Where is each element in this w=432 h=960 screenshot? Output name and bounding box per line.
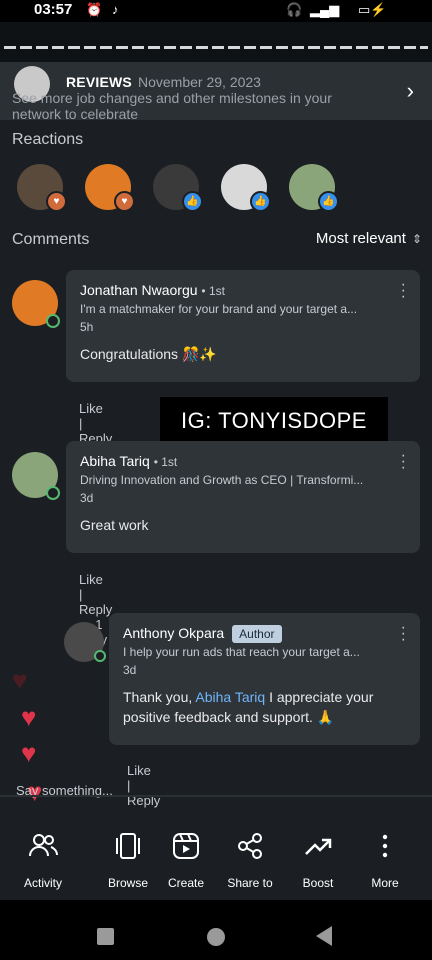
more-options-icon[interactable]: · · · (401, 620, 406, 648)
online-indicator (94, 650, 106, 662)
reaction-avatar[interactable]: ♥ (85, 164, 135, 212)
sort-label: Most relevant (315, 230, 406, 247)
chevron-right-icon[interactable]: › (407, 78, 414, 104)
composer-divider (0, 795, 432, 797)
degree-text: 1st (161, 455, 178, 469)
more-options-icon[interactable]: · · · (401, 277, 406, 305)
nav-label: Boost (302, 876, 334, 890)
reactions-title: Reactions (12, 131, 84, 148)
reaction-avatar[interactable]: 👍 (289, 164, 339, 212)
create-icon (151, 830, 221, 862)
system-nav-bar (0, 900, 432, 960)
status-bar: 03:57 ⏰ ♪ 🎧 ▂▄▆ ▭⚡ (0, 0, 432, 22)
nav-create[interactable]: Create (151, 830, 221, 890)
love-reaction-icon: ♥ (114, 191, 135, 212)
online-indicator (46, 314, 60, 328)
separator: | (127, 778, 131, 793)
sort-dropdown[interactable]: Most relevant ⇕ (316, 230, 422, 247)
mention-link[interactable]: Abiha Tariq (195, 689, 265, 705)
reaction-avatar[interactable]: 👍 (221, 164, 271, 212)
degree-text: 1st (208, 284, 225, 298)
back-icon[interactable] (316, 926, 332, 946)
nav-label: Share to (227, 876, 273, 890)
comment-bubble[interactable]: Jonathan Nwaorgu • 1st I'm a matchmaker … (66, 270, 420, 382)
reaction-avatar[interactable]: 👍 (153, 164, 203, 212)
commenter-name[interactable]: Abiha Tariq • 1st (80, 453, 177, 469)
heart-icon: ♥ (21, 702, 37, 732)
like-button[interactable]: Like (79, 401, 103, 416)
comment-text: Thank you, Abiha Tariq I appreciate your… (123, 687, 403, 727)
header-divider (0, 22, 432, 62)
connection-degree: • 1st (201, 284, 225, 298)
banner-title: REVIEWS (66, 74, 132, 90)
heart-icon: ♥ (21, 738, 37, 768)
comment-actions: Like | Reply (79, 401, 120, 446)
author-badge: Author (232, 625, 282, 643)
comment-actions: Like | Reply (127, 763, 168, 808)
separator: | (79, 416, 83, 431)
commenter-headline: Driving Innovation and Growth as CEO | T… (80, 473, 364, 487)
commenter-name[interactable]: Jonathan Nwaorgu • 1st (80, 282, 225, 298)
alarm-icon: ⏰ (86, 2, 103, 17)
nav-activity[interactable]: Activity (8, 830, 78, 890)
more-options-icon[interactable]: · · · (401, 448, 406, 476)
comment-text: Great work (80, 517, 149, 533)
like-reaction-icon: 👍 (182, 191, 203, 212)
commenter-name-text: Jonathan Nwaorgu (80, 282, 198, 298)
comment-text: Congratulations 🎊✨ (80, 346, 217, 362)
commenter-headline: I'm a matchmaker for your brand and your… (80, 302, 358, 316)
separator: | (79, 587, 83, 602)
signal-icon: ▂▄▆ (310, 2, 340, 17)
nav-share[interactable]: Share to (215, 830, 285, 890)
commenter-name[interactable]: Anthony Okpara Author (123, 625, 282, 643)
nav-label: Activity (23, 876, 62, 890)
nav-label: More (371, 876, 399, 890)
more-icon (350, 830, 420, 862)
commenter-name-text: Anthony Okpara (123, 625, 225, 641)
connection-degree: • 1st (153, 455, 178, 469)
battery-icon: ▭⚡ (358, 2, 387, 17)
love-reaction-icon: ♥ (46, 191, 67, 212)
milestone-banner[interactable]: See more job changes and other milestone… (0, 62, 432, 122)
nav-more[interactable]: More (350, 830, 420, 890)
reply-button[interactable]: Reply (79, 602, 112, 617)
commenter-headline: I help your run ads that reach your targ… (123, 645, 360, 659)
watermark: IG: TONYISDOPE (160, 397, 388, 445)
comment-bubble[interactable]: Anthony Okpara Author I help your run ads… (109, 613, 420, 745)
online-indicator (46, 486, 60, 500)
bottom-nav: Activity Browse Create Share to Boost Mo… (0, 818, 432, 900)
sort-arrows-icon: ⇕ (411, 232, 422, 246)
status-time: 03:57 (34, 1, 73, 18)
comment-bubble[interactable]: Abiha Tariq • 1st Driving Innovation and… (66, 441, 420, 553)
heart-icon: ♥ (12, 665, 28, 695)
banner-text: See more job changes and other milestone… (12, 90, 332, 122)
comments-title: Comments (12, 231, 90, 248)
banner-date: November 29, 2023 (138, 74, 261, 90)
like-button[interactable]: Like (79, 572, 103, 587)
comment-time: 3d (80, 491, 94, 505)
commenter-name-text: Abiha Tariq (80, 453, 150, 469)
like-reaction-icon: 👍 (318, 191, 339, 212)
reaction-avatar[interactable]: ♥ (17, 164, 67, 212)
comment-time: 3d (123, 663, 137, 677)
like-button[interactable]: Like (127, 763, 151, 778)
comment-text-prefix: Thank you, (123, 689, 193, 705)
recents-icon[interactable] (97, 928, 114, 945)
boost-icon (283, 830, 353, 862)
home-icon[interactable] (207, 928, 225, 946)
comment-time: 5h (80, 320, 94, 334)
headphones-icon: 🎧 (286, 2, 303, 17)
share-icon (215, 830, 285, 862)
like-reaction-icon: 👍 (250, 191, 271, 212)
nav-boost[interactable]: Boost (283, 830, 353, 890)
people-icon (8, 830, 78, 862)
nav-label: Create (167, 876, 205, 890)
tiktok-icon: ♪ (112, 2, 119, 17)
